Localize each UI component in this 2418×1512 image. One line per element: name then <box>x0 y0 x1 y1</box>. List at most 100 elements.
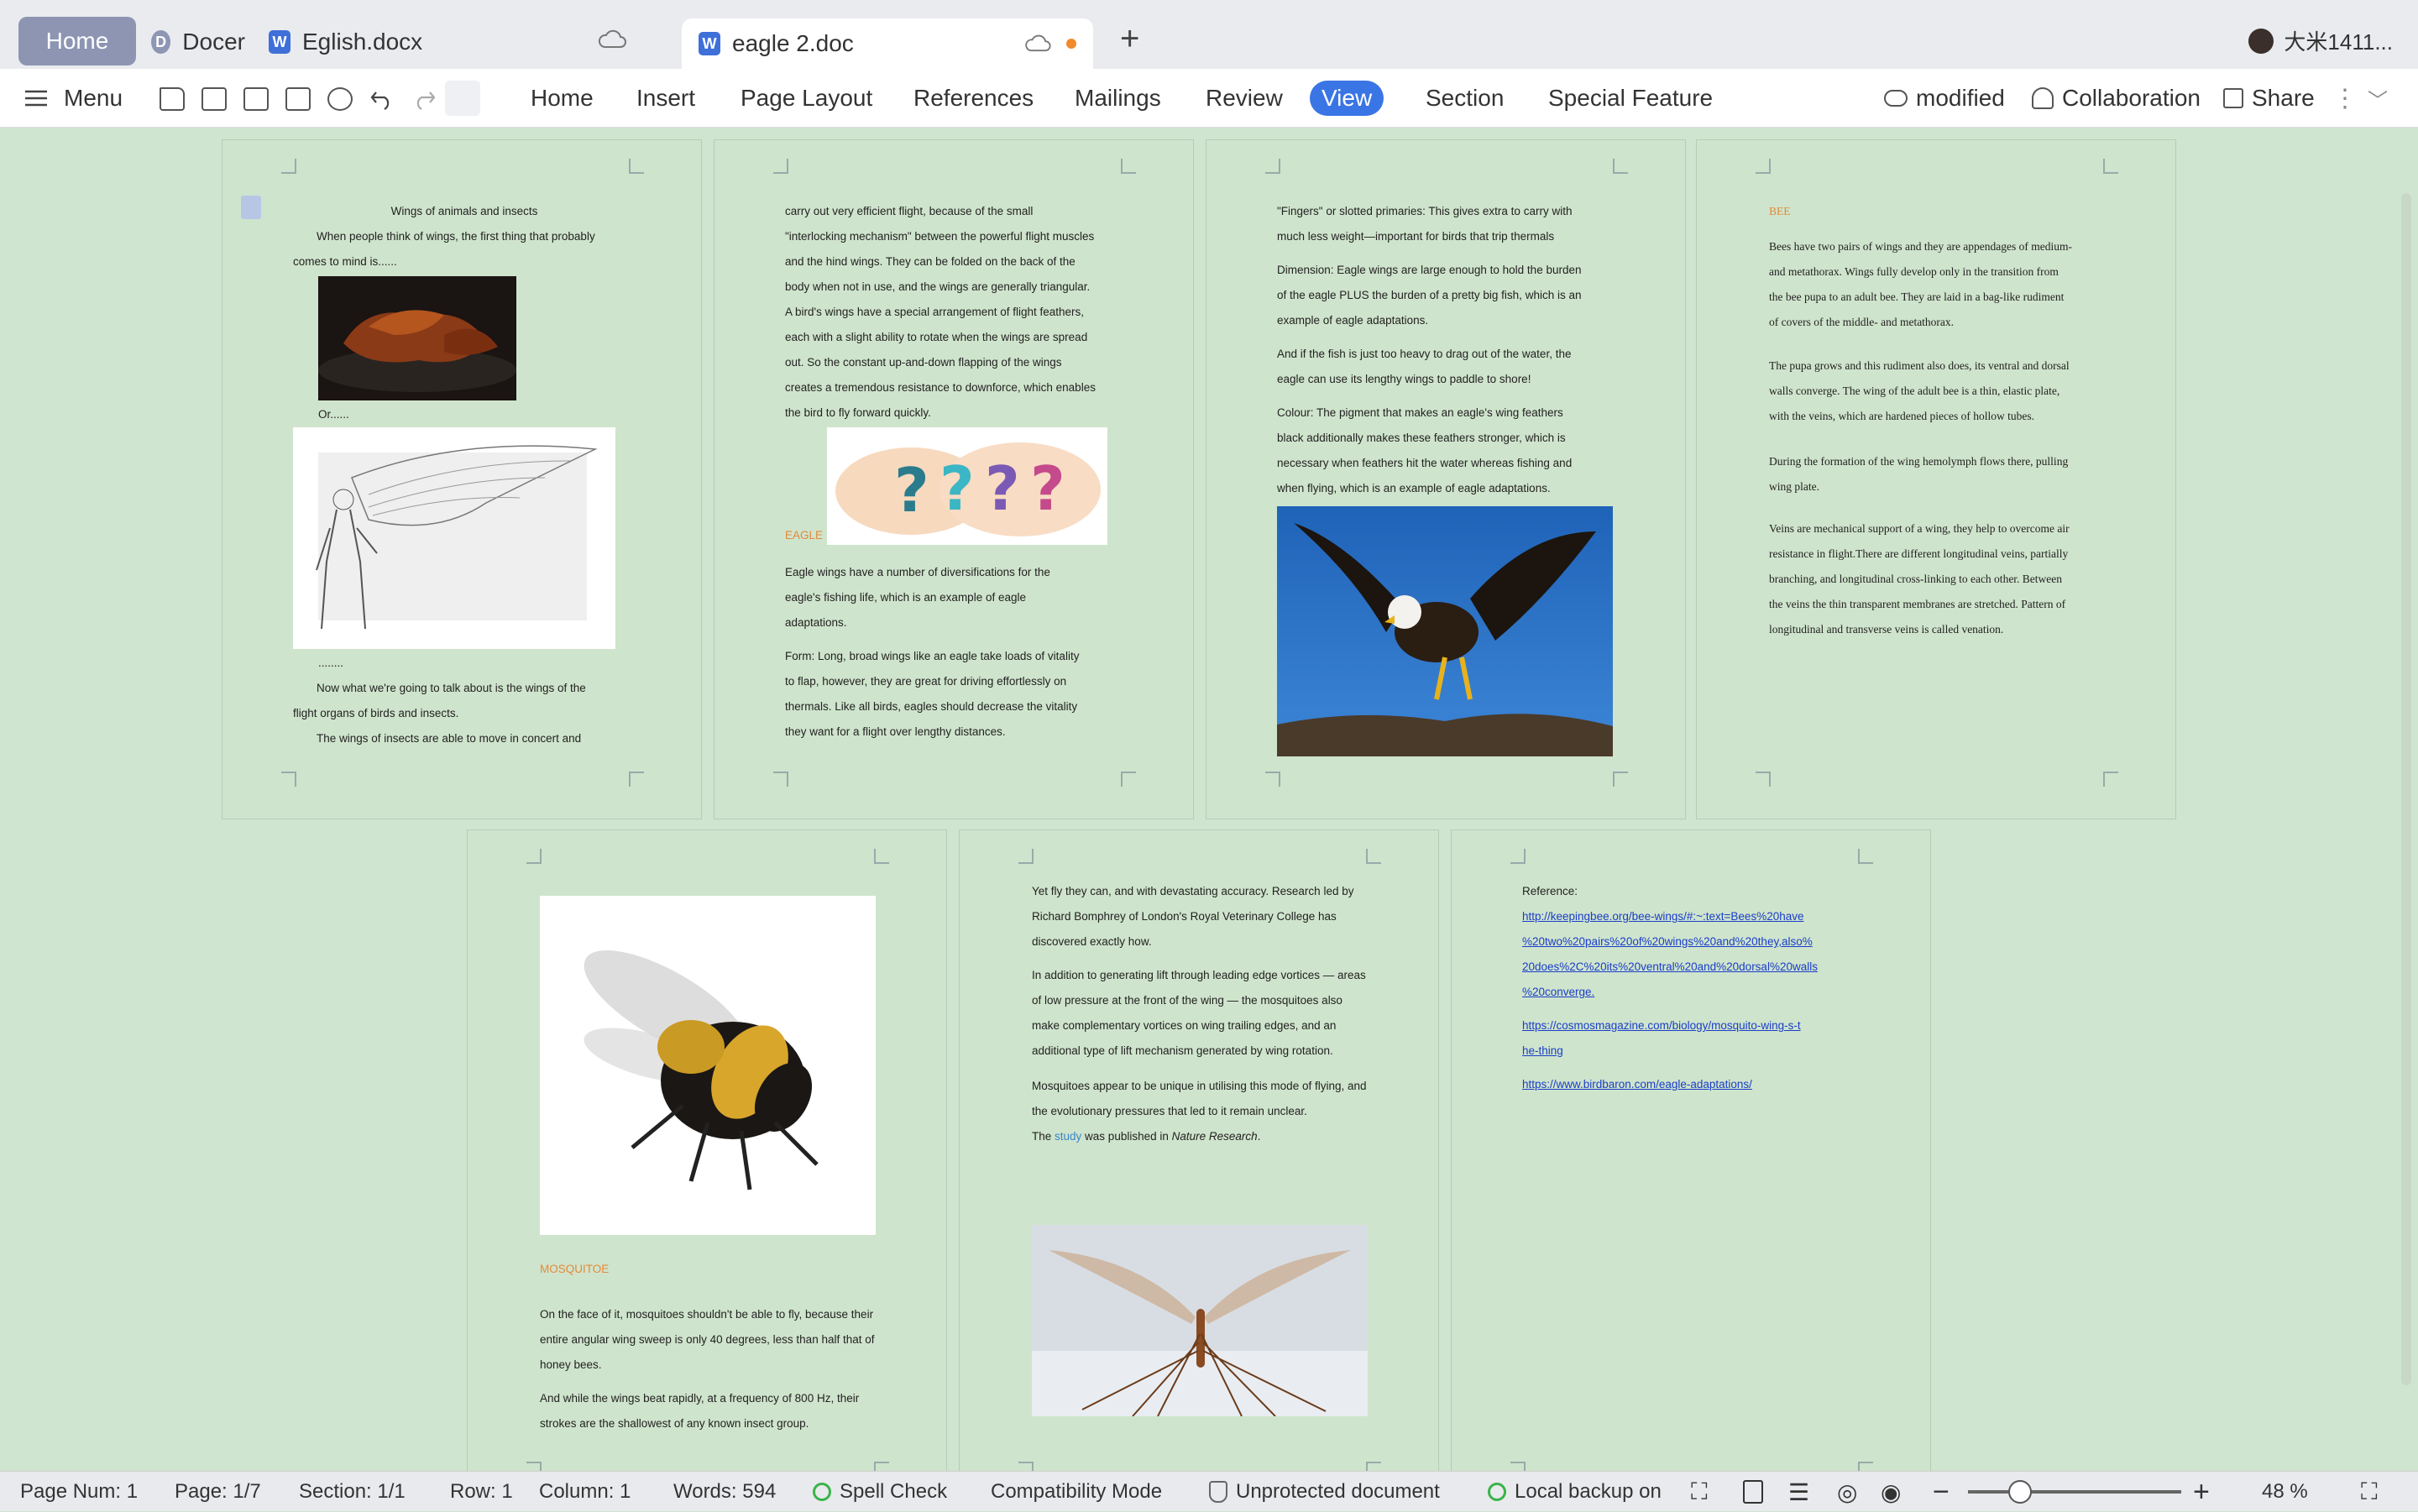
print-preview-icon[interactable] <box>327 87 353 111</box>
cloud-sync-icon[interactable] <box>1024 34 1051 52</box>
customize-toolbar-chevron-icon[interactable] <box>445 81 480 116</box>
ribbon-tab-view[interactable]: View <box>1310 81 1384 116</box>
tab-eagle-2-doc[interactable]: W eagle 2.doc <box>682 18 1093 69</box>
zoom-slider-handle[interactable] <box>2008 1480 2032 1504</box>
unprotected-label: Unprotected document <box>1236 1480 1440 1503</box>
paragraph-line: Mosquitoes appear to be unique in utilis… <box>1032 1080 1367 1092</box>
user-account[interactable]: 大米1411... <box>2248 25 2393 56</box>
reference-link-mosquito[interactable]: he-thing <box>1522 1039 1563 1064</box>
tab-docer[interactable]: D Docer <box>151 18 245 65</box>
unsaved-dot-icon <box>1066 39 1076 49</box>
ribbon-tab-special-feature[interactable]: Special Feature <box>1536 81 1725 116</box>
paragraph-line: and the hind wings. They can be folded o… <box>785 255 1076 268</box>
spell-check-toggle[interactable]: Spell Check <box>813 1472 947 1512</box>
ribbon-tab-home[interactable]: Home <box>519 81 605 116</box>
tab-eglish-label: Eglish.docx <box>302 29 423 55</box>
cloud-icon[interactable] <box>598 29 626 49</box>
redo-icon[interactable] <box>411 87 437 111</box>
export-pdf-icon[interactable] <box>243 87 269 111</box>
share-button[interactable]: Share <box>2223 69 2315 128</box>
reference-link-bee[interactable]: http://keepingbee.org/bee-wings/#:~:text… <box>1522 904 1803 929</box>
menu-button[interactable]: Menu <box>24 69 123 128</box>
text-run-italic: Nature Research <box>1171 1130 1258 1143</box>
fit-page-icon[interactable]: ⛶ <box>2361 1472 2378 1512</box>
paragraph-line: eagle can use its lengthy wings to paddl… <box>1277 373 1531 385</box>
paragraph-line: In addition to generating lift through l… <box>1032 969 1366 981</box>
study-link[interactable]: study <box>1055 1130 1081 1143</box>
writer-doc-icon: W <box>269 30 290 54</box>
section-heading-bee: BEE <box>1769 205 1791 217</box>
collapse-ribbon-chevron-icon[interactable]: ﹀ <box>2368 69 2388 128</box>
reference-link-eagle[interactable]: https://www.birdbaron.com/eagle-adaptati… <box>1522 1072 1752 1097</box>
fullscreen-icon[interactable]: ⛶ <box>1691 1472 1708 1512</box>
print-icon[interactable] <box>285 87 311 111</box>
tab-home[interactable]: Home <box>18 17 136 65</box>
reference-link-mosquito[interactable]: https://cosmosmagazine.com/biology/mosqu… <box>1522 1013 1801 1039</box>
zoom-level[interactable]: 48 % <box>2262 1472 2308 1512</box>
page-3[interactable]: "Fingers" or slotted primaries: This giv… <box>1206 139 1686 819</box>
paragraph-line: each with a slight ability to rotate whe… <box>785 331 1088 343</box>
web-view-icon[interactable]: ◎ <box>1837 1472 1857 1512</box>
page-5[interactable]: MOSQUITOE On the face of it, mosquitoes … <box>467 829 947 1471</box>
page-4[interactable]: BEE Bees have two pairs of wings and the… <box>1696 139 2176 819</box>
mosquito-image[interactable] <box>1032 1225 1368 1416</box>
zoom-slider-track[interactable] <box>1968 1490 2181 1494</box>
reference-link-bee[interactable]: %20two%20pairs%20of%20wings%20and%20they… <box>1522 929 1813 955</box>
text-run: was published in <box>1081 1130 1172 1143</box>
page-2[interactable]: carry out very efficient flight, because… <box>714 139 1194 819</box>
page-view-icon[interactable] <box>1740 1472 1766 1512</box>
document-protection[interactable]: Unprotected document <box>1209 1472 1440 1512</box>
reference-link-bee[interactable]: 20does%2C%20its%20ventral%20and%20dorsal… <box>1522 955 1818 980</box>
paragraph-line: honey bees. <box>540 1358 602 1371</box>
page-7[interactable]: Reference: http://keepingbee.org/bee-win… <box>1451 829 1931 1471</box>
ribbon-tab-section[interactable]: Section <box>1414 81 1515 116</box>
page-6[interactable]: Yet fly they can, and with devastating a… <box>959 829 1439 1471</box>
eye-protection-icon[interactable]: ◉ <box>1881 1472 1901 1512</box>
ribbon-tab-review[interactable]: Review <box>1194 81 1295 116</box>
question-marks-image[interactable]: ???? <box>827 427 1107 545</box>
page-corner-mark <box>526 1462 542 1471</box>
local-backup-toggle[interactable]: Local backup on <box>1488 1472 1662 1512</box>
page-1[interactable]: Wings of animals and insects When people… <box>222 139 702 819</box>
spell-check-icon <box>813 1483 831 1501</box>
zoom-in-icon[interactable]: + <box>2193 1472 2210 1512</box>
undo-icon[interactable] <box>369 87 395 111</box>
toolbar: Menu Home Insert Page Layout References … <box>0 69 2418 128</box>
open-folder-icon[interactable] <box>160 87 185 111</box>
more-options-icon[interactable]: ⋮ <box>2332 69 2358 128</box>
paragraph-line: "interlocking mechanism" between the pow… <box>785 230 1095 243</box>
status-word-count[interactable]: Words: 594 <box>673 1472 776 1512</box>
share-label: Share <box>2252 85 2315 111</box>
vertical-scrollbar[interactable] <box>2401 193 2411 1385</box>
winged-man-sketch-image[interactable] <box>293 427 615 649</box>
save-icon[interactable] <box>202 87 227 111</box>
hamburger-icon <box>25 90 47 107</box>
reference-link-bee[interactable]: %20converge. <box>1522 980 1594 1005</box>
paragraph-line: of low pressure at the front of the wing… <box>1032 994 1342 1007</box>
bald-eagle-image[interactable] <box>1277 506 1613 756</box>
document-area[interactable]: Wings of animals and insects When people… <box>0 128 2418 1471</box>
chicken-wings-image[interactable] <box>318 276 516 400</box>
modified-status[interactable]: modified <box>1884 69 2005 128</box>
paragraph-line: example of eagle adaptations. <box>1277 314 1429 327</box>
zoom-out-icon[interactable]: − <box>1933 1472 1950 1512</box>
status-page-num[interactable]: Page Num: 1 <box>20 1472 138 1512</box>
bumblebee-image[interactable] <box>540 896 876 1235</box>
local-backup-label: Local backup on <box>1515 1480 1662 1503</box>
paragraph-line: And if the fish is just too heavy to dra… <box>1277 348 1572 360</box>
paragraph-line: out. So the constant up-and-down flappin… <box>785 356 1062 369</box>
tab-eglish-docx[interactable]: W Eglish.docx <box>269 18 537 65</box>
spell-check-label: Spell Check <box>840 1480 948 1503</box>
paragraph-line: body when not in use, and the wings are … <box>785 280 1091 293</box>
outline-view-icon[interactable]: ☰ <box>1788 1472 1809 1512</box>
ribbon-tab-references[interactable]: References <box>902 81 1045 116</box>
ribbon-tab-insert[interactable]: Insert <box>625 81 707 116</box>
paragraph-line: resistance in flight.There are different… <box>1769 547 2069 560</box>
ribbon-tab-page-layout[interactable]: Page Layout <box>729 81 884 116</box>
document-outline-icon[interactable] <box>241 196 261 219</box>
collaboration-button[interactable]: Collaboration <box>2032 69 2201 128</box>
ribbon-tab-mailings[interactable]: Mailings <box>1063 81 1173 116</box>
new-tab-plus-icon[interactable]: + <box>1120 22 1139 55</box>
user-name: 大米1411... <box>2284 29 2393 55</box>
paragraph-line: to flap, however, they are great for dri… <box>785 675 1067 688</box>
